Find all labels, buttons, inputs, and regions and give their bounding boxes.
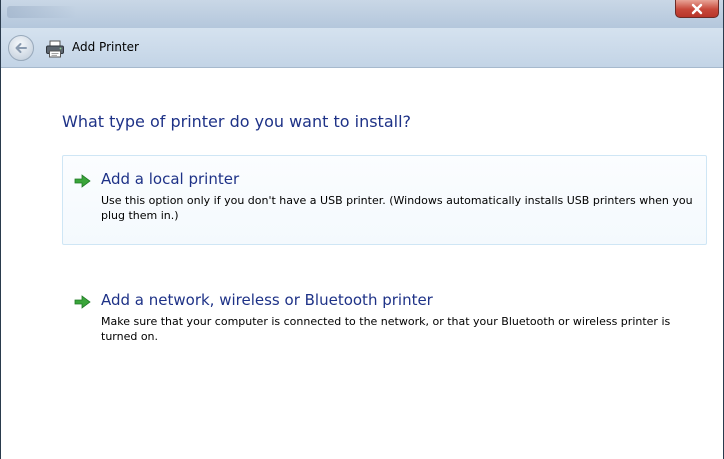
option-description: Use this option only if you don't have a… (101, 194, 693, 222)
navigation-bar: Add Printer (1, 28, 723, 68)
wizard-content: What type of printer do you want to inst… (2, 69, 722, 459)
close-icon (691, 3, 703, 14)
close-button[interactable] (675, 0, 719, 18)
page-heading: What type of printer do you want to inst… (62, 112, 411, 131)
add-printer-window: Add Printer What type of printer do you … (0, 0, 724, 459)
option-title: Add a network, wireless or Bluetooth pri… (101, 291, 433, 309)
title-bar[interactable] (1, 0, 723, 28)
option-title: Add a local printer (101, 170, 240, 188)
back-button[interactable] (8, 35, 34, 61)
green-arrow-icon (74, 174, 91, 188)
add-local-printer-option[interactable]: Add a local printer Use this option only… (62, 155, 707, 245)
printer-icon (46, 40, 64, 58)
add-network-printer-option[interactable]: Add a network, wireless or Bluetooth pri… (62, 276, 707, 356)
option-description: Make sure that your computer is connecte… (101, 315, 671, 343)
back-arrow-icon (15, 43, 27, 53)
green-arrow-icon (74, 295, 91, 309)
title-bar-background-text (7, 6, 77, 18)
window-title: Add Printer (72, 40, 139, 54)
